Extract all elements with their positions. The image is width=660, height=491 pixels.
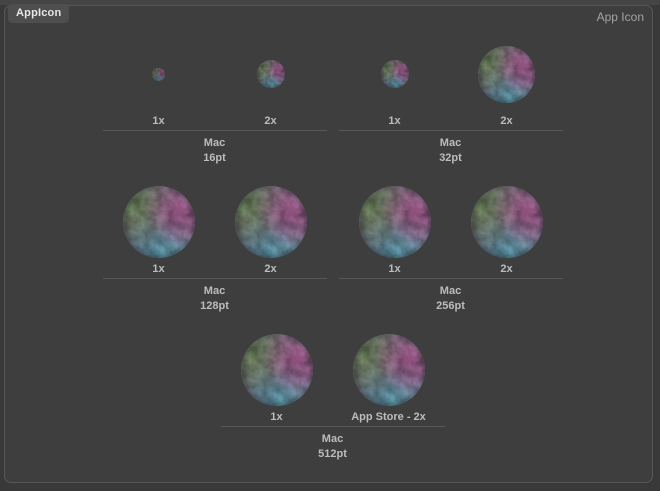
icon-cell: 1x: [103, 186, 215, 276]
group-title: Mac 32pt: [339, 131, 563, 166]
group-device-label: Mac: [321, 433, 344, 445]
group-device-label: Mac: [439, 285, 462, 297]
app-icon-moon-image[interactable]: [478, 45, 535, 103]
scale-label: 2x: [264, 263, 277, 275]
app-icon-moon-image[interactable]: [122, 186, 195, 258]
icon-set-row: 1x App Store - 2x Mac 512pt: [10, 334, 655, 462]
group-device-label: Mac: [439, 137, 462, 149]
scale-label: 1x: [270, 411, 283, 423]
group-size-label: 16pt: [203, 152, 226, 164]
icon-set-grid: 1x 2x Mac 16pt 1x 2x Mac 32pt 1x 2x Mac 128pt 1x 2x Ma…: [10, 12, 655, 482]
scale-label: 2x: [500, 115, 513, 127]
icon-cell: 2x: [215, 38, 327, 128]
icon-well[interactable]: [256, 38, 285, 110]
moon-crater-texture: [152, 67, 165, 81]
scale-label: 1x: [388, 115, 401, 127]
icon-well[interactable]: [234, 186, 307, 258]
moon-crater-texture: [380, 60, 409, 88]
moon-crater-texture: [122, 186, 195, 258]
icon-cell: App Store - 2x: [333, 334, 445, 424]
icon-set-row: 1x 2x Mac 16pt 1x 2x Mac 32pt: [10, 38, 655, 166]
scale-label: 1x: [152, 115, 165, 127]
icon-cell: 1x: [221, 334, 333, 424]
icon-cells: 1x 2x: [103, 38, 327, 128]
icon-well[interactable]: [122, 186, 195, 258]
app-icon-canvas: 1x 2x Mac 16pt 1x 2x Mac 32pt 1x 2x Mac 128pt 1x 2x Ma…: [4, 5, 653, 483]
group-size-label: 256pt: [436, 300, 465, 312]
scale-label: 2x: [264, 115, 277, 127]
group-device-label: Mac: [203, 285, 226, 297]
moon-crater-texture: [358, 186, 431, 258]
moon-crater-texture: [352, 334, 425, 406]
icon-well[interactable]: [478, 38, 535, 110]
icon-set-title: App Icon: [596, 10, 644, 24]
icon-cells: 1x 2x: [103, 186, 327, 276]
icon-cells: 1x 2x: [339, 186, 563, 276]
moon-crater-texture: [240, 334, 313, 406]
icon-well[interactable]: [240, 334, 313, 406]
group-size-label: 128pt: [200, 300, 229, 312]
group-title: Mac 512pt: [221, 427, 445, 462]
group-title: Mac 16pt: [103, 131, 327, 166]
icon-well[interactable]: [358, 186, 431, 258]
app-icon-moon-image[interactable]: [358, 186, 431, 258]
icon-set-row: 1x 2x Mac 128pt 1x 2x Mac 256pt: [10, 186, 655, 314]
icon-well[interactable]: [380, 38, 409, 110]
group-title: Mac 256pt: [339, 279, 563, 314]
icon-well[interactable]: [470, 186, 543, 258]
icon-cell: 2x: [451, 38, 563, 128]
icon-well[interactable]: [152, 38, 165, 110]
icon-well[interactable]: [352, 334, 425, 406]
icon-cells: 1x App Store - 2x: [221, 334, 445, 424]
icon-cell: 2x: [215, 186, 327, 276]
group-title: Mac 128pt: [103, 279, 327, 314]
moon-crater-texture: [256, 60, 285, 88]
icon-cell: 1x: [103, 38, 215, 128]
icon-cell: 1x: [339, 38, 451, 128]
app-icon-moon-image[interactable]: [234, 186, 307, 258]
icon-cell: 2x: [451, 186, 563, 276]
group-size-label: 512pt: [318, 448, 347, 460]
icon-cell: 1x: [339, 186, 451, 276]
app-icon-moon-image[interactable]: [380, 60, 409, 88]
icon-group-32pt: 1x 2x Mac 32pt: [338, 38, 563, 166]
app-icon-moon-image[interactable]: [352, 334, 425, 406]
scale-label: App Store - 2x: [351, 411, 426, 423]
asset-name-badge: AppIcon: [8, 4, 70, 23]
scale-label: 1x: [388, 263, 401, 275]
scale-label: 2x: [500, 263, 513, 275]
moon-crater-texture: [478, 45, 535, 103]
icon-cells: 1x 2x: [339, 38, 563, 128]
icon-group-16pt: 1x 2x Mac 16pt: [102, 38, 327, 166]
icon-group-256pt: 1x 2x Mac 256pt: [338, 186, 563, 314]
app-icon-moon-image[interactable]: [240, 334, 313, 406]
moon-crater-texture: [234, 186, 307, 258]
scale-label: 1x: [152, 263, 165, 275]
app-icon-moon-image[interactable]: [152, 67, 165, 81]
group-device-label: Mac: [203, 137, 226, 149]
group-size-label: 32pt: [439, 152, 462, 164]
app-icon-moon-image[interactable]: [256, 60, 285, 88]
icon-group-128pt: 1x 2x Mac 128pt: [102, 186, 327, 314]
app-icon-moon-image[interactable]: [470, 186, 543, 258]
icon-group-512pt: 1x App Store - 2x Mac 512pt: [220, 334, 445, 462]
moon-crater-texture: [470, 186, 543, 258]
